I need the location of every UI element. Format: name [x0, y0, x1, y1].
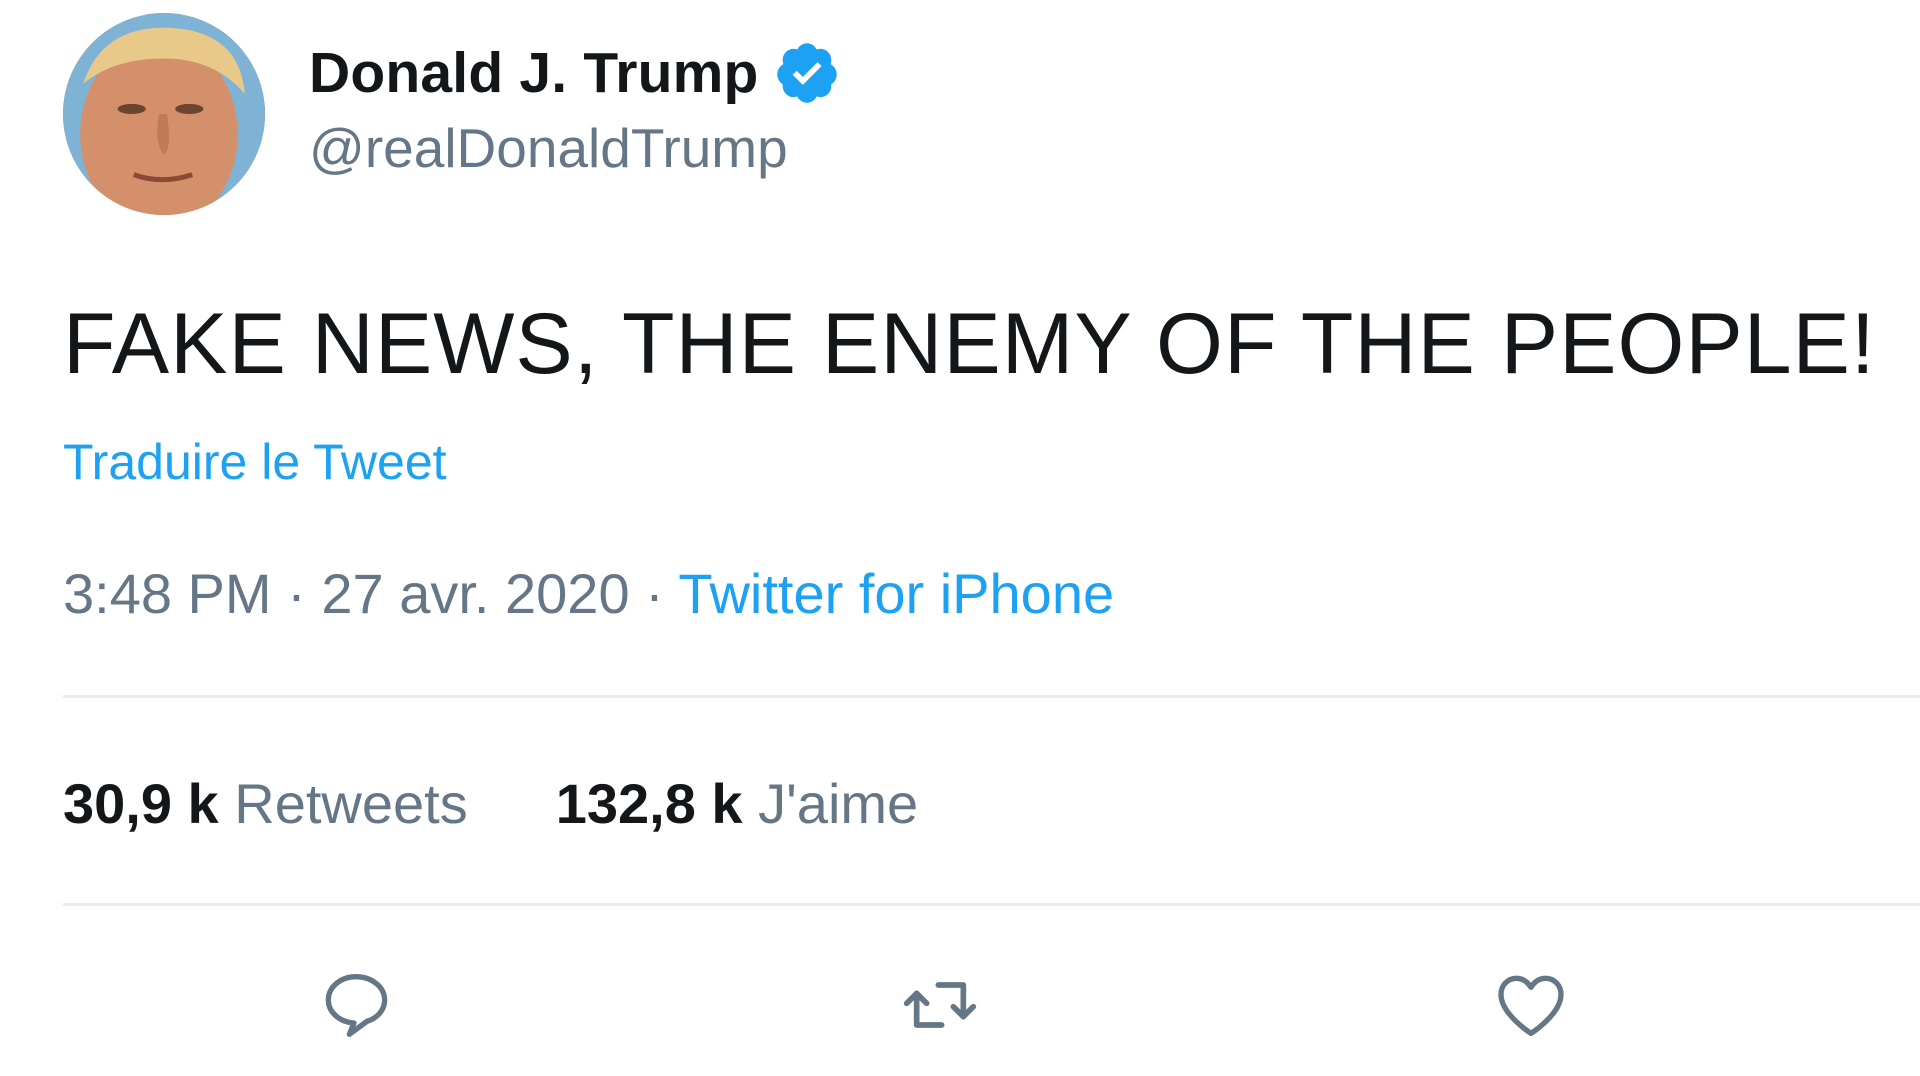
retweets-count: 30,9 k — [63, 772, 219, 835]
tweet-source-link[interactable]: Twitter for iPhone — [678, 562, 1114, 625]
reply-button[interactable] — [316, 965, 396, 1045]
tweet-stats: 30,9 k Retweets 132,8 k J'aime — [63, 771, 1006, 836]
reply-icon — [325, 974, 388, 1037]
like-button[interactable] — [1491, 965, 1571, 1045]
tweet-card: Donald J. Trump @realDonaldTrump FAKE NE… — [0, 0, 1920, 1076]
divider — [63, 695, 1920, 698]
likes-label: J'aime — [758, 772, 919, 835]
avatar[interactable] — [63, 13, 265, 215]
divider — [63, 903, 1920, 906]
meta-separator: · — [645, 562, 664, 625]
heart-icon — [1498, 975, 1564, 1036]
user-handle[interactable]: @realDonaldTrump — [309, 116, 841, 180]
avatar-portrait-icon — [63, 13, 265, 215]
retweets-stat[interactable]: 30,9 k Retweets — [63, 771, 468, 836]
display-name[interactable]: Donald J. Trump — [309, 40, 759, 106]
tweet-metadata: 3:48 PM · 27 avr. 2020 · Twitter for iPh… — [63, 561, 1114, 626]
translate-tweet-link[interactable]: Traduire le Tweet — [63, 433, 447, 491]
likes-stat[interactable]: 132,8 k J'aime — [556, 771, 918, 836]
likes-count: 132,8 k — [555, 772, 743, 835]
retweets-label: Retweets — [234, 772, 468, 835]
retweet-button[interactable] — [900, 965, 980, 1045]
tweet-date[interactable]: 27 avr. 2020 — [321, 562, 629, 625]
author-info: Donald J. Trump @realDonaldTrump — [309, 38, 841, 180]
display-name-row: Donald J. Trump — [309, 38, 841, 108]
meta-separator: · — [287, 562, 306, 625]
retweet-icon — [903, 982, 977, 1028]
tweet-text: FAKE NEWS, THE ENEMY OF THE PEOPLE! — [63, 296, 1876, 392]
tweet-time[interactable]: 3:48 PM — [63, 562, 272, 625]
verified-badge-icon — [776, 43, 837, 103]
